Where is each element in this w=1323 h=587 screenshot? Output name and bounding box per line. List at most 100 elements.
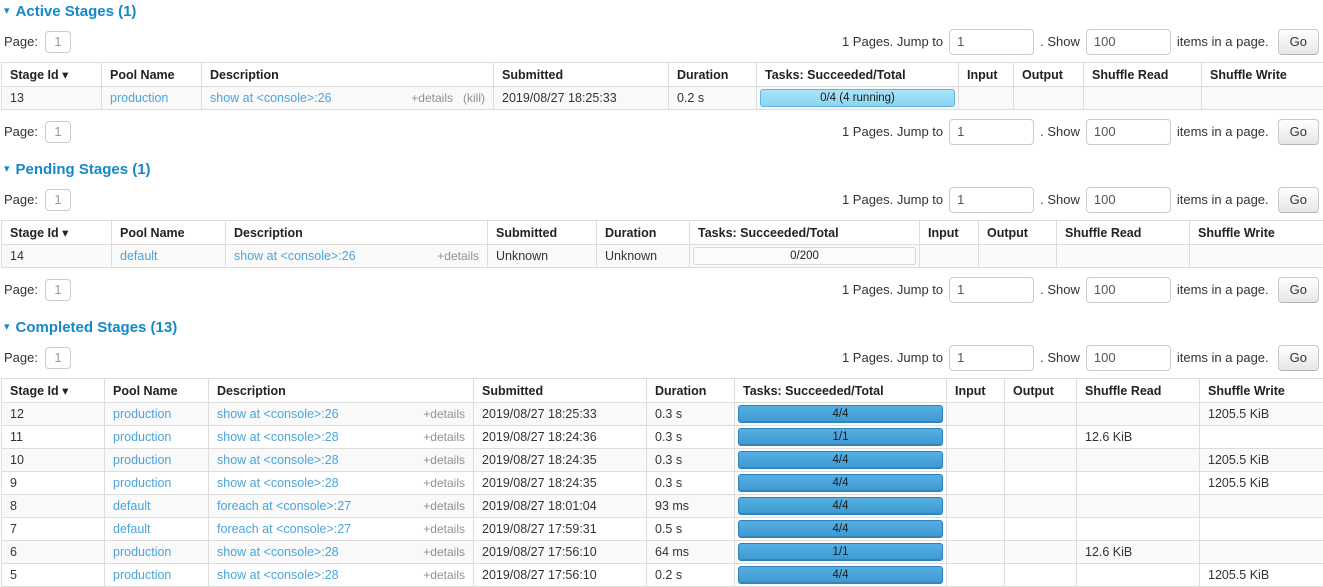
- details-toggle[interactable]: +details: [423, 453, 465, 467]
- column-header-duration[interactable]: Duration: [669, 63, 757, 87]
- column-header-submitted[interactable]: Submitted: [488, 221, 597, 245]
- go-button[interactable]: Go: [1278, 187, 1319, 213]
- go-button[interactable]: Go: [1278, 277, 1319, 303]
- page-number-box[interactable]: 1: [45, 279, 71, 301]
- stage-row: 5productionshow at <console>:28+details2…: [2, 564, 1323, 587]
- jump-to-page-input[interactable]: [949, 277, 1034, 303]
- pool-name-link[interactable]: production: [113, 453, 171, 467]
- column-header-pool-name[interactable]: Pool Name: [112, 221, 226, 245]
- items-per-page-input[interactable]: [1086, 345, 1171, 371]
- column-header-submitted[interactable]: Submitted: [494, 63, 669, 87]
- column-header-input[interactable]: Input: [959, 63, 1014, 87]
- column-header-input[interactable]: Input: [947, 379, 1005, 403]
- column-header-submitted[interactable]: Submitted: [474, 379, 647, 403]
- column-header-shuffle-read[interactable]: Shuffle Read: [1057, 221, 1190, 245]
- description-cell: foreach at <console>:27 +details: [209, 518, 474, 541]
- column-header-pool-name[interactable]: Pool Name: [105, 379, 209, 403]
- column-header-shuffle-read[interactable]: Shuffle Read: [1084, 63, 1202, 87]
- column-header-output[interactable]: Output: [1005, 379, 1077, 403]
- column-header-description[interactable]: Description: [226, 221, 488, 245]
- jump-to-page-input[interactable]: [949, 345, 1034, 371]
- section-title-text: Completed Stages (13): [16, 319, 178, 336]
- column-header-tasks[interactable]: Tasks: Succeeded/Total: [735, 379, 947, 403]
- pool-name-link[interactable]: production: [110, 91, 168, 105]
- details-toggle[interactable]: +details: [437, 249, 479, 263]
- column-header-stage-id[interactable]: Stage Id ▾: [2, 63, 102, 87]
- column-header-shuffle-read[interactable]: Shuffle Read: [1077, 379, 1200, 403]
- description-link[interactable]: foreach at <console>:27: [217, 522, 351, 536]
- details-toggle[interactable]: +details: [423, 499, 465, 513]
- kill-link[interactable]: (kill): [463, 91, 485, 105]
- items-per-page-input[interactable]: [1086, 277, 1171, 303]
- description-link[interactable]: show at <console>:28: [217, 545, 339, 559]
- pool-name-link[interactable]: production: [113, 476, 171, 490]
- column-header-duration[interactable]: Duration: [647, 379, 735, 403]
- items-per-page-input[interactable]: [1086, 29, 1171, 55]
- jump-to-page-input[interactable]: [949, 187, 1034, 213]
- page-number-box[interactable]: 1: [45, 121, 71, 143]
- pagination-row: Page:11 Pages. Jump to. Showitems in a p…: [4, 276, 1319, 303]
- jump-to-page-input[interactable]: [949, 29, 1034, 55]
- column-header-duration[interactable]: Duration: [597, 221, 690, 245]
- pool-name-cell: production: [105, 564, 209, 587]
- column-header-shuffle-write[interactable]: Shuffle Write: [1200, 379, 1323, 403]
- description-link[interactable]: show at <console>:26: [210, 91, 332, 105]
- details-toggle[interactable]: +details: [423, 568, 465, 582]
- description-link[interactable]: show at <console>:26: [234, 249, 356, 263]
- pool-name-link[interactable]: default: [113, 522, 151, 536]
- jump-to-page-input[interactable]: [949, 119, 1034, 145]
- column-header-shuffle-write[interactable]: Shuffle Write: [1190, 221, 1323, 245]
- pool-name-link[interactable]: default: [113, 499, 151, 513]
- output-cell: [1005, 472, 1077, 495]
- details-toggle[interactable]: +details: [423, 476, 465, 490]
- go-button[interactable]: Go: [1278, 119, 1319, 145]
- shuffle-read-cell: [1084, 87, 1202, 110]
- description-link[interactable]: show at <console>:26: [217, 407, 339, 421]
- description-link[interactable]: show at <console>:28: [217, 430, 339, 444]
- pagination-controls: 1 Pages. Jump to. Showitems in a page.Go: [842, 29, 1319, 55]
- tasks-cell: 0/4 (4 running): [757, 87, 959, 110]
- column-header-stage-id[interactable]: Stage Id ▾: [2, 379, 105, 403]
- pool-name-link[interactable]: production: [113, 545, 171, 559]
- details-toggle[interactable]: +details: [423, 545, 465, 559]
- description-link[interactable]: foreach at <console>:27: [217, 499, 351, 513]
- description-link[interactable]: show at <console>:28: [217, 476, 339, 490]
- column-header-description[interactable]: Description: [209, 379, 474, 403]
- details-toggle[interactable]: +details: [411, 91, 453, 105]
- page-number-box[interactable]: 1: [45, 189, 71, 211]
- items-per-page-input[interactable]: [1086, 187, 1171, 213]
- stage-row: 14defaultshow at <console>:26+detailsUnk…: [2, 245, 1323, 268]
- page-number-box[interactable]: 1: [45, 31, 71, 53]
- description-link[interactable]: show at <console>:28: [217, 568, 339, 582]
- items-per-page-input[interactable]: [1086, 119, 1171, 145]
- column-header-output[interactable]: Output: [1014, 63, 1084, 87]
- tasks-progress-bar: 0/4 (4 running): [760, 89, 955, 107]
- column-header-shuffle-write[interactable]: Shuffle Write: [1202, 63, 1323, 87]
- section-heading-active-stages[interactable]: ▾ Active Stages (1): [4, 3, 1322, 20]
- pool-name-link[interactable]: production: [113, 407, 171, 421]
- section-heading-pending-stages[interactable]: ▾ Pending Stages (1): [4, 161, 1322, 178]
- column-header-tasks[interactable]: Tasks: Succeeded/Total: [690, 221, 920, 245]
- section-heading-completed-stages[interactable]: ▾ Completed Stages (13): [4, 319, 1322, 336]
- details-toggle[interactable]: +details: [423, 522, 465, 536]
- column-header-output[interactable]: Output: [979, 221, 1057, 245]
- details-toggle[interactable]: +details: [423, 407, 465, 421]
- go-button[interactable]: Go: [1278, 29, 1319, 55]
- description-cell: show at <console>:26 +details: [209, 403, 474, 426]
- column-header-stage-id[interactable]: Stage Id ▾: [2, 221, 112, 245]
- shuffle-read-cell: [1077, 403, 1200, 426]
- description-link[interactable]: show at <console>:28: [217, 453, 339, 467]
- column-header-tasks[interactable]: Tasks: Succeeded/Total: [757, 63, 959, 87]
- column-header-pool-name[interactable]: Pool Name: [102, 63, 202, 87]
- shuffle-read-cell: [1077, 518, 1200, 541]
- go-button[interactable]: Go: [1278, 345, 1319, 371]
- pool-name-link[interactable]: production: [113, 430, 171, 444]
- pool-name-link[interactable]: production: [113, 568, 171, 582]
- pool-name-link[interactable]: default: [120, 249, 158, 263]
- page-number-box[interactable]: 1: [45, 347, 71, 369]
- submitted-cell: 2019/08/27 18:24:35: [474, 449, 647, 472]
- details-toggle[interactable]: +details: [423, 430, 465, 444]
- column-header-input[interactable]: Input: [920, 221, 979, 245]
- shuffle-write-cell: [1200, 495, 1323, 518]
- column-header-description[interactable]: Description: [202, 63, 494, 87]
